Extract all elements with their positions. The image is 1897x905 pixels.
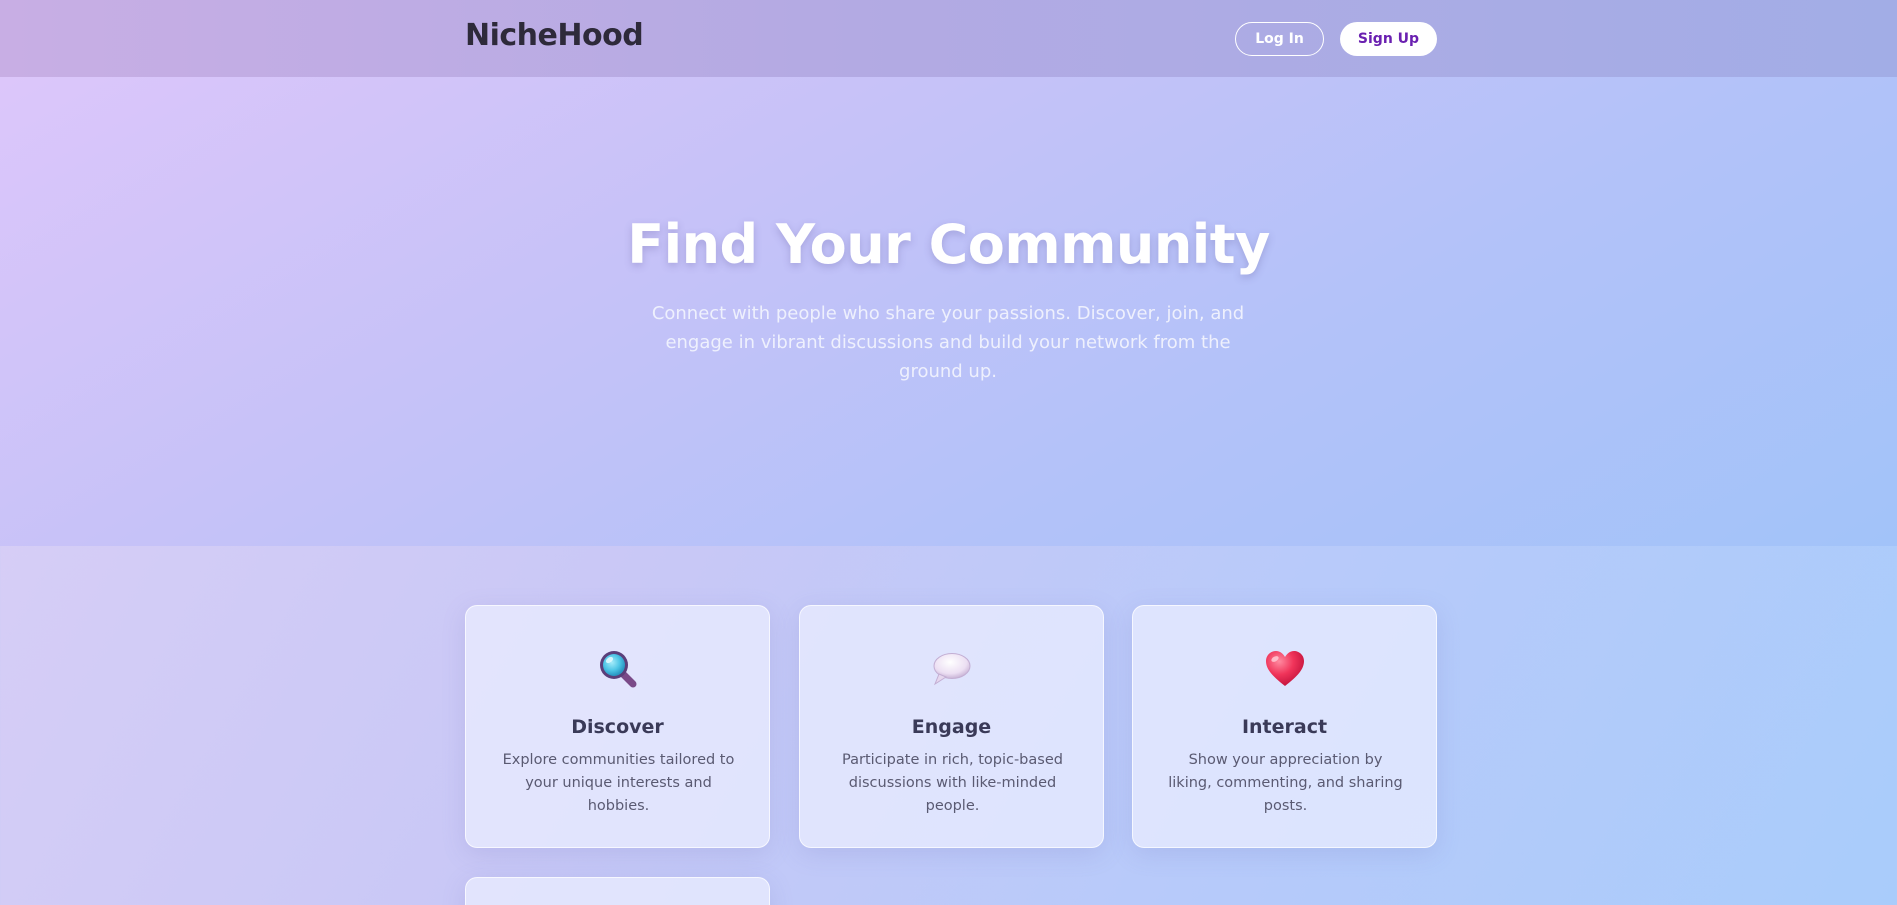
feature-description: Participate in rich, topic-based discuss… xyxy=(842,752,1063,814)
hero-subtitle: Connect with people who share your passi… xyxy=(651,303,1245,382)
feature-card-partial xyxy=(465,877,770,905)
feature-title: Interact xyxy=(1241,716,1328,738)
magnifying-glass-icon xyxy=(466,646,769,692)
feature-description: Show your appreciation by liking, commen… xyxy=(1168,752,1403,814)
site-logo[interactable]: NicheHood xyxy=(465,18,644,53)
speech-bubble-icon xyxy=(800,646,1103,692)
feature-card-engage: Engage Participate in rich, topic-based … xyxy=(799,605,1104,848)
hero-section: Find Your Community Connect with people … xyxy=(0,77,1897,546)
signup-button[interactable]: Sign Up xyxy=(1340,22,1437,56)
hero-title: Find Your Community xyxy=(627,213,1270,276)
site-header: NicheHood Log In Sign Up xyxy=(0,0,1897,77)
feature-title: Engage xyxy=(911,716,992,738)
heart-icon xyxy=(1133,646,1436,692)
feature-title: Discover xyxy=(571,716,664,738)
feature-card-interact: Interact Show your appreciation by likin… xyxy=(1132,605,1437,848)
login-button[interactable]: Log In xyxy=(1235,22,1324,56)
feature-description: Explore communities tailored to your uni… xyxy=(502,752,735,814)
feature-card-discover: Discover Explore communities tailored to… xyxy=(465,605,770,848)
